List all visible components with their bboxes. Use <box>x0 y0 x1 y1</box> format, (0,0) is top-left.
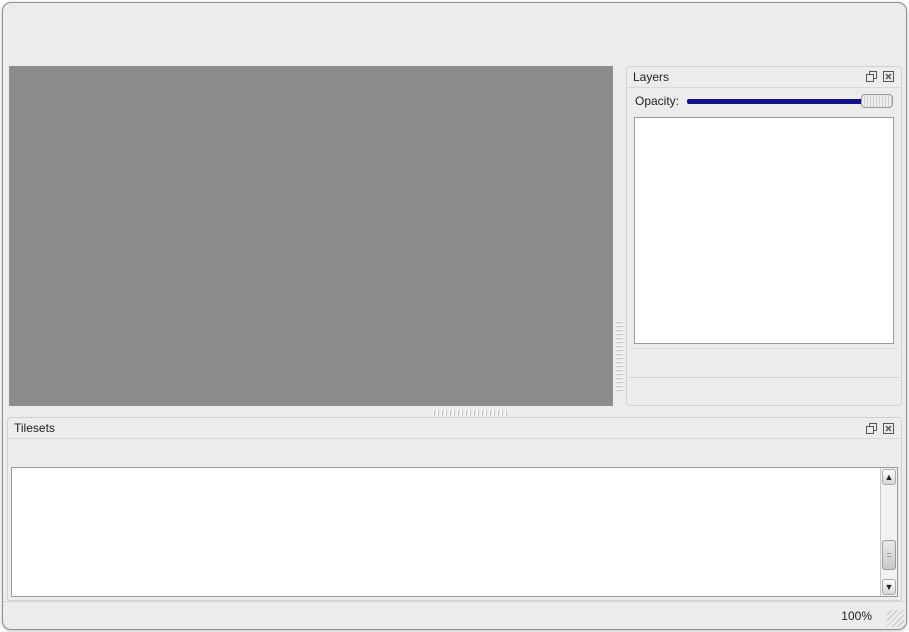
resize-grip-icon[interactable] <box>887 610 904 627</box>
dock-tabs <box>627 378 901 405</box>
opacity-slider[interactable] <box>687 93 893 109</box>
scroll-up-icon[interactable]: ▲ <box>882 469 896 485</box>
menu-bar <box>3 3 906 28</box>
status-bar: 100% <box>3 601 906 629</box>
tilesets-panel-title: Tilesets <box>14 421 861 435</box>
tilesets-panel: Tilesets ▲ ▼ <box>7 417 902 601</box>
tileset-canvas[interactable] <box>12 468 882 596</box>
layer-toolbar <box>629 348 899 378</box>
layers-panel-header: Layers <box>627 67 901 88</box>
float-panel-icon[interactable] <box>865 422 878 435</box>
close-panel-icon[interactable] <box>882 422 895 435</box>
layer-list <box>634 117 894 344</box>
opacity-slider-handle[interactable] <box>861 94 893 108</box>
tileset-scrollbar[interactable]: ▲ ▼ <box>880 468 897 596</box>
vertical-splitter[interactable] <box>613 66 626 406</box>
tileset-tab-bar <box>8 439 901 467</box>
splitter-grip[interactable] <box>616 321 623 391</box>
map-viewport <box>9 66 613 406</box>
zoom-level: 100% <box>841 609 872 623</box>
tilesets-panel-header: Tilesets <box>8 418 901 439</box>
scrollbar-thumb[interactable] <box>882 540 896 570</box>
close-panel-icon[interactable] <box>882 70 895 83</box>
app-window: Layers Opacity: Tilesets <box>2 2 907 630</box>
main-area: Layers Opacity: <box>3 62 906 408</box>
opacity-label: Opacity: <box>635 94 679 108</box>
float-panel-icon[interactable] <box>865 70 878 83</box>
opacity-slider-track <box>687 99 889 104</box>
layers-panel-title: Layers <box>633 70 861 84</box>
splitter-grip[interactable] <box>433 410 508 416</box>
opacity-row: Opacity: <box>627 90 901 112</box>
map-canvas[interactable] <box>10 67 492 389</box>
scrollbar-track[interactable] <box>881 486 897 578</box>
main-toolbar <box>3 28 906 62</box>
scroll-down-icon[interactable]: ▼ <box>882 579 896 595</box>
tileset-view: ▲ ▼ <box>11 467 898 597</box>
horizontal-splitter[interactable] <box>3 408 906 418</box>
layers-panel: Layers Opacity: <box>626 66 902 406</box>
